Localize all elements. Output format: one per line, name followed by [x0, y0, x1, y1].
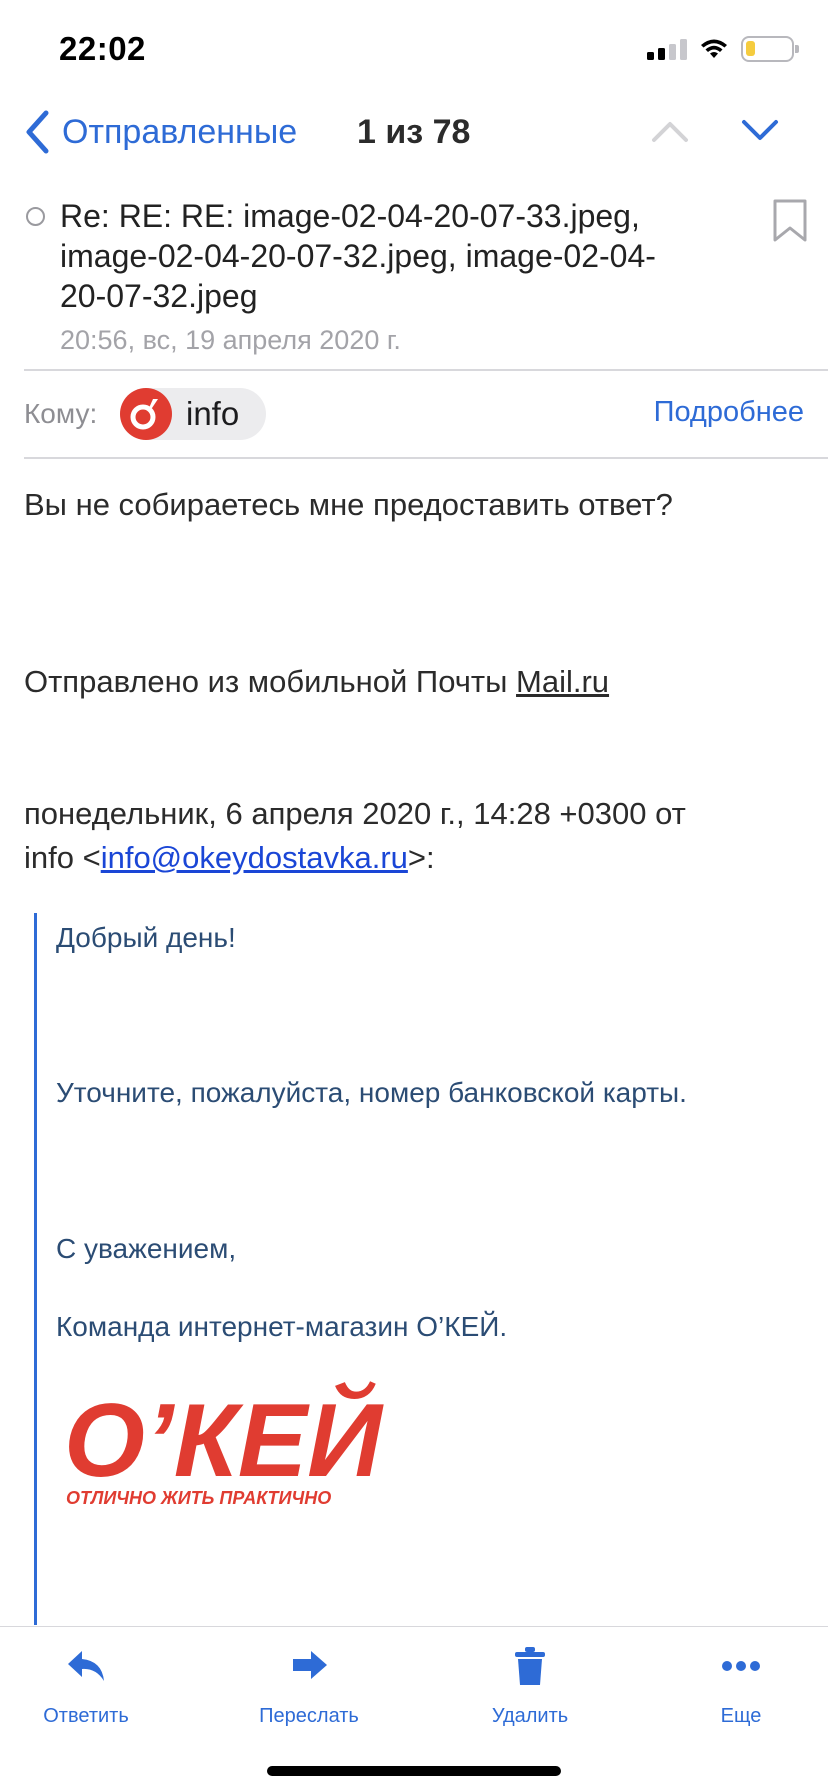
chevron-left-icon	[26, 110, 49, 154]
okey-avatar-icon	[130, 399, 158, 430]
recipient-chip[interactable]: info	[120, 388, 266, 440]
okey-logo: О’КЕЙ ОТЛИЧНО ЖИТЬ ПРАКТИЧНО	[64, 1381, 384, 1508]
more-button[interactable]: Еще	[661, 1641, 821, 1728]
more-label: Еще	[720, 1705, 762, 1727]
battery-icon	[741, 36, 799, 62]
trash-icon	[515, 1647, 545, 1685]
delete-button[interactable]: Удалить	[450, 1641, 610, 1728]
wifi-icon	[701, 39, 727, 58]
delete-label: Удалить	[491, 1705, 569, 1727]
avatar	[120, 388, 172, 440]
reply-icon	[68, 1651, 104, 1681]
quote-signature: Команда интернет-магазин О’КЕЙ.	[56, 1311, 508, 1342]
quote-bar	[34, 913, 37, 1625]
bookmark-icon[interactable]	[772, 198, 808, 244]
quote-header-date: понедельник, 6 апреля 2020 г., 14:28 +03…	[24, 796, 686, 831]
next-message-icon[interactable]	[740, 116, 780, 146]
forward-label: Переслать	[259, 1705, 359, 1727]
unread-toggle-icon[interactable]	[26, 207, 45, 226]
quote-request: Уточните, пожалуйста, номер банковской к…	[56, 1077, 687, 1108]
details-link[interactable]: Подробнее	[654, 396, 804, 429]
back-label: Отправленные	[62, 112, 298, 151]
divider	[24, 369, 828, 371]
cellular-signal-icon	[647, 38, 687, 60]
recipient-name: info	[186, 395, 240, 432]
quote-regards: С уважением,	[56, 1233, 237, 1264]
sender-email-link[interactable]: info@okeydostavka.ru	[101, 840, 408, 875]
body-question: Вы не собираетесь мне предоставить ответ…	[24, 487, 673, 522]
status-bar: 22:02	[0, 0, 828, 100]
message-date: 20:56, вс, 19 апреля 2020 г.	[60, 325, 401, 355]
sent-from-line: Отправлено из мобильной Почты Mail.ru	[24, 660, 609, 704]
previous-message-icon[interactable]	[650, 116, 690, 146]
forward-button[interactable]: Переслать	[229, 1641, 389, 1728]
quote-header-suffix: >:	[407, 840, 435, 875]
mailru-link[interactable]: Mail.ru	[516, 664, 609, 699]
quote-greeting: Добрый день!	[56, 922, 236, 953]
message-subject: Re: RE: RE: image-02-04-20-07-33.jpeg, i…	[60, 198, 656, 314]
more-icon	[722, 1661, 760, 1671]
to-label: Кому:	[24, 398, 98, 429]
svg-text:О’КЕЙ: О’КЕЙ	[64, 1381, 384, 1499]
nav-bar: Отправленные 1 из 78	[0, 100, 828, 166]
forward-icon	[293, 1651, 327, 1679]
sent-from-prefix: Отправлено из мобильной Почты	[24, 664, 517, 699]
status-time: 22:02	[59, 30, 146, 67]
message-counter: 1 из 78	[357, 113, 471, 151]
quote-header-sender: info <info@okeydostavka.ru>:	[24, 836, 686, 880]
svg-text:ОТЛИЧНО ЖИТЬ ПРАКТИЧНО: ОТЛИЧНО ЖИТЬ ПРАКТИЧНО	[66, 1488, 331, 1508]
home-indicator	[267, 1766, 561, 1776]
status-icons	[647, 36, 799, 62]
quote-sender-name: info <	[24, 840, 101, 875]
divider	[24, 457, 828, 459]
back-button[interactable]: Отправленные	[24, 110, 297, 154]
quote-header: понедельник, 6 апреля 2020 г., 14:28 +03…	[24, 792, 686, 880]
reply-label: Ответить	[43, 1705, 129, 1727]
reply-button[interactable]: Ответить	[6, 1641, 166, 1728]
